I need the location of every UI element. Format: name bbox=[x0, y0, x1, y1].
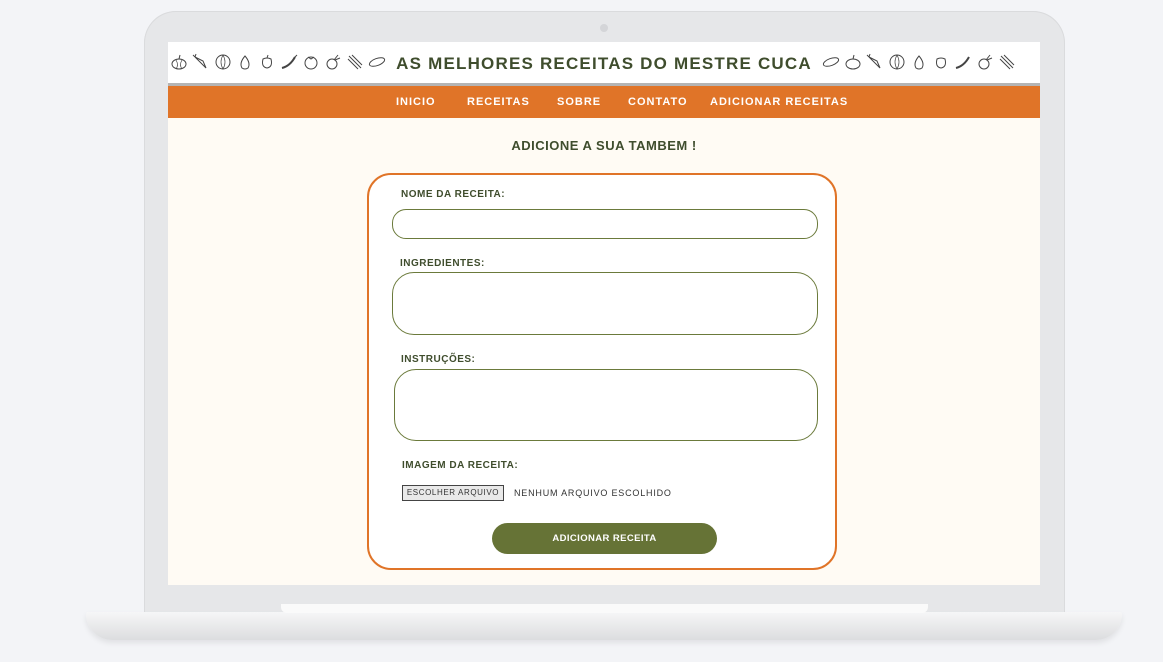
site-header: AS MELHORES RECEITAS DO MESTRE CUCA bbox=[168, 42, 1040, 86]
main-navbar: INICIO RECEITAS SOBRE CONTATO ADICIONAR … bbox=[168, 86, 1040, 118]
file-status-text: NENHUM ARQUIVO ESCOLHIDO bbox=[514, 488, 672, 498]
recipe-image-label: IMAGEM DA RECEITA: bbox=[402, 460, 519, 471]
ingredients-label: INGREDIENTES: bbox=[400, 258, 485, 269]
laptop-notch bbox=[281, 604, 928, 613]
nav-inicio[interactable]: INICIO bbox=[396, 96, 436, 108]
choose-file-button[interactable]: ESCOLHER ARQUIVO bbox=[402, 485, 504, 501]
garlic-icon bbox=[914, 55, 924, 70]
zucchini-icon bbox=[822, 57, 840, 67]
recipe-name-label: NOME DA RECEITA: bbox=[401, 189, 506, 200]
nav-receitas[interactable]: RECEITAS bbox=[467, 96, 530, 108]
pepper-icon bbox=[936, 57, 946, 69]
chili-icon bbox=[955, 56, 970, 69]
vegetable-doodles-right bbox=[822, 48, 1016, 76]
laptop-screen: AS MELHORES RECEITAS DO MESTRE CUCA INIC… bbox=[168, 42, 1040, 585]
recipe-name-input[interactable] bbox=[392, 209, 818, 239]
carrot-icon bbox=[866, 53, 881, 69]
laptop-camera bbox=[600, 24, 608, 32]
cabbage-icon bbox=[889, 54, 905, 70]
pumpkin-icon bbox=[845, 54, 861, 70]
nav-sobre[interactable]: SOBRE bbox=[557, 96, 601, 108]
nav-adicionar-receitas[interactable]: ADICIONAR RECEITAS bbox=[710, 96, 848, 108]
laptop-base bbox=[86, 612, 1122, 640]
page-heading: ADICIONE A SUA TAMBEM ! bbox=[511, 138, 697, 153]
instructions-textarea[interactable] bbox=[394, 369, 818, 441]
add-recipe-button[interactable]: ADICIONAR RECEITA bbox=[492, 523, 717, 554]
ingredients-textarea[interactable] bbox=[392, 272, 818, 335]
add-recipe-form: NOME DA RECEITA: INGREDIENTES: INSTRUÇÕE… bbox=[367, 173, 837, 570]
nav-contato[interactable]: CONTATO bbox=[628, 96, 688, 108]
instructions-label: INSTRUÇÕES: bbox=[401, 354, 476, 365]
asparagus-icon bbox=[999, 54, 1015, 70]
beet-icon bbox=[978, 54, 993, 70]
